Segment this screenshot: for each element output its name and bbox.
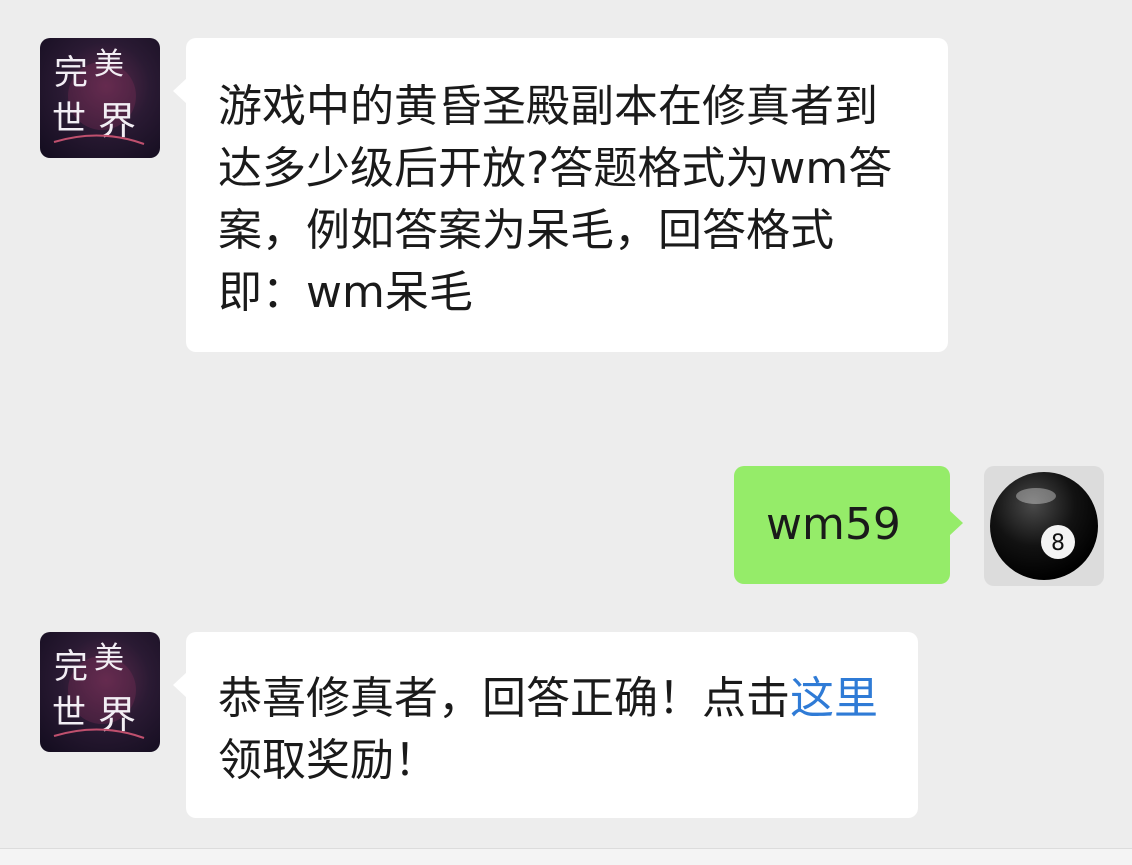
user-avatar[interactable]: 8 [984, 466, 1104, 586]
svg-text:完: 完 [54, 53, 88, 93]
chat-area: 完 美 世 界 游戏中的黄昏圣殿副本在修真者到达多少级后开放?答题格式为wm答案… [0, 0, 1132, 848]
svg-text:世: 世 [52, 99, 86, 139]
perfect-world-logo-icon: 完 美 世 界 [52, 641, 145, 739]
sender-avatar[interactable]: 完 美 世 界 [40, 38, 160, 158]
svg-text:世: 世 [52, 693, 86, 733]
message-text: wm59 [766, 499, 901, 550]
message-text-after-link: 领取奖励！ [218, 735, 438, 786]
sender-avatar[interactable]: 完 美 世 界 [40, 632, 160, 752]
reward-link[interactable]: 这里 [790, 673, 878, 724]
svg-text:美: 美 [94, 641, 124, 676]
perfect-world-logo-icon: 完 美 世 界 [52, 47, 145, 145]
svg-text:8: 8 [1051, 531, 1065, 556]
incoming-message-bubble[interactable]: 游戏中的黄昏圣殿副本在修真者到达多少级后开放?答题格式为wm答案，例如答案为呆毛… [173, 38, 948, 352]
eight-ball-icon: 8 [990, 472, 1098, 580]
svg-text:美: 美 [94, 47, 124, 82]
outgoing-message-bubble[interactable]: wm59 [734, 466, 963, 584]
svg-text:完: 完 [54, 647, 88, 687]
bubble-tail [173, 78, 187, 104]
message-text: 恭喜修真者，回答正确！点击这里领取奖励！ [218, 668, 886, 792]
bubble-tail [949, 510, 963, 536]
bubble-tail [173, 672, 187, 698]
bottom-divider [0, 848, 1132, 865]
incoming-message-bubble[interactable]: 恭喜修真者，回答正确！点击这里领取奖励！ [173, 632, 918, 818]
message-text: 游戏中的黄昏圣殿副本在修真者到达多少级后开放?答题格式为wm答案，例如答案为呆毛… [218, 81, 893, 318]
message-text-before-link: 恭喜修真者，回答正确！点击 [218, 673, 790, 724]
